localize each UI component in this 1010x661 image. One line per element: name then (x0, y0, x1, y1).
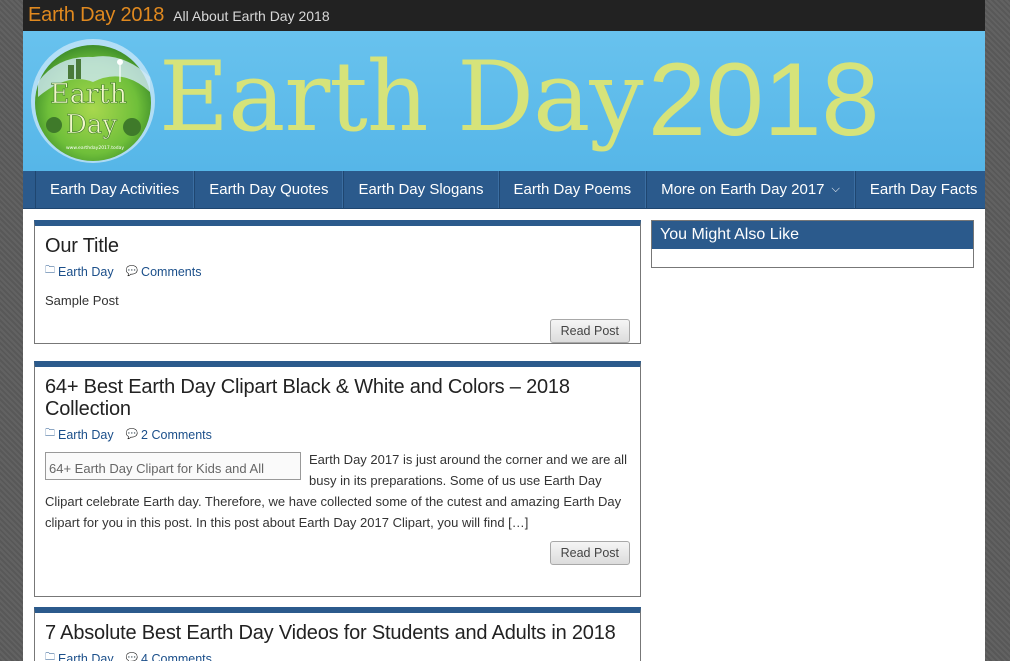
comment-icon: 💬 (125, 429, 139, 440)
site-title[interactable]: Earth Day 2018 (28, 4, 164, 27)
comment-icon: 💬 (125, 653, 139, 661)
comments-label: Comments (141, 264, 202, 279)
thumbnail-alt-text: 64+ Earth Day Clipart for Kids and All (49, 461, 264, 476)
post-comments[interactable]: 💬 Comments (126, 263, 202, 280)
sidebar-widget: You Might Also Like (651, 220, 974, 268)
chevron-down-icon: ⌵ (831, 183, 840, 195)
comments-label: 2 Comments (141, 427, 212, 442)
banner-year: 2018 (648, 42, 880, 158)
post-meta: 🗀 Earth Day 💬 Comments (45, 263, 630, 280)
logo-text-earth: Earth (50, 79, 127, 110)
read-post-button[interactable]: Read Post (549, 541, 630, 565)
post-card: 7 Absolute Best Earth Day Videos for Stu… (34, 607, 641, 661)
post-actions: Read Post (45, 311, 630, 351)
main-navigation: Earth Day Activities Earth Day Quotes Ea… (23, 171, 985, 209)
post-card: Our Title 🗀 Earth Day 💬 Comments Sample Po… (34, 220, 641, 344)
post-meta: 🗀 Earth Day 💬 2 Comments (45, 426, 630, 443)
nav-label: More on Earth Day 2017 (661, 181, 825, 198)
post-comments[interactable]: 💬 4 Comments (126, 650, 212, 661)
post-title[interactable]: 64+ Best Earth Day Clipart Black & White… (45, 376, 630, 420)
nav-label: Earth Day Slogans (358, 181, 484, 198)
nav-item-poems[interactable]: Earth Day Poems (498, 171, 647, 208)
post-thumbnail[interactable]: 64+ Earth Day Clipart for Kids and All (45, 452, 301, 480)
post-comments[interactable]: 💬 2 Comments (126, 426, 212, 443)
post-card: 64+ Best Earth Day Clipart Black & White… (34, 361, 641, 597)
post-title[interactable]: Our Title (45, 235, 630, 257)
post-meta: 🗀 Earth Day 💬 4 Comments (45, 650, 630, 661)
category-label: Earth Day (58, 651, 114, 661)
widget-body (652, 249, 973, 267)
post-excerpt: Sample Post (45, 293, 119, 308)
logo-text-day: Day (66, 110, 117, 140)
nav-label: Earth Day Poems (513, 181, 632, 198)
post-category[interactable]: 🗀 Earth Day (45, 650, 114, 661)
nav-item-quotes[interactable]: Earth Day Quotes (194, 171, 344, 208)
post-category[interactable]: 🗀 Earth Day (45, 263, 114, 280)
post-title[interactable]: 7 Absolute Best Earth Day Videos for Stu… (45, 622, 630, 644)
category-label: Earth Day (58, 264, 114, 279)
category-label: Earth Day (58, 427, 114, 442)
comments-label: 4 Comments (141, 651, 212, 661)
post-excerpt-block: 64+ Earth Day Clipart for Kids and All E… (45, 449, 630, 533)
folder-icon: 🗀 (45, 428, 55, 439)
nav-item-facts[interactable]: Earth Day Facts (854, 171, 985, 208)
read-post-button[interactable]: Read Post (549, 319, 630, 343)
nav-label: Earth Day Facts (869, 181, 978, 198)
nav-label: Earth Day Activities (50, 181, 180, 198)
nav-item-slogans[interactable]: Earth Day Slogans (343, 171, 499, 208)
earth-day-logo: Earth Day www.earthday2017.today (31, 39, 155, 163)
page-wrapper: Earth Day 2018 All About Earth Day 2018 … (23, 0, 985, 661)
nav-item-activities[interactable]: Earth Day Activities (35, 171, 195, 208)
nav-item-more[interactable]: More on Earth Day 2017 ⌵ (646, 171, 855, 208)
comment-icon: 💬 (125, 266, 139, 277)
widget-title: You Might Also Like (652, 221, 973, 249)
banner-heading: Earth Day (159, 41, 644, 153)
post-category[interactable]: 🗀 Earth Day (45, 426, 114, 443)
logo-url: www.earthday2017.today (66, 145, 124, 151)
post-actions: Read Post (45, 533, 630, 573)
nav-label: Earth Day Quotes (209, 181, 329, 198)
site-tagline: All About Earth Day 2018 (173, 7, 330, 24)
folder-icon: 🗀 (45, 652, 55, 661)
header-banner[interactable]: Earth Day www.earthday2017.today Earth D… (23, 31, 985, 171)
top-bar: Earth Day 2018 All About Earth Day 2018 (23, 0, 985, 31)
folder-icon: 🗀 (45, 265, 55, 276)
